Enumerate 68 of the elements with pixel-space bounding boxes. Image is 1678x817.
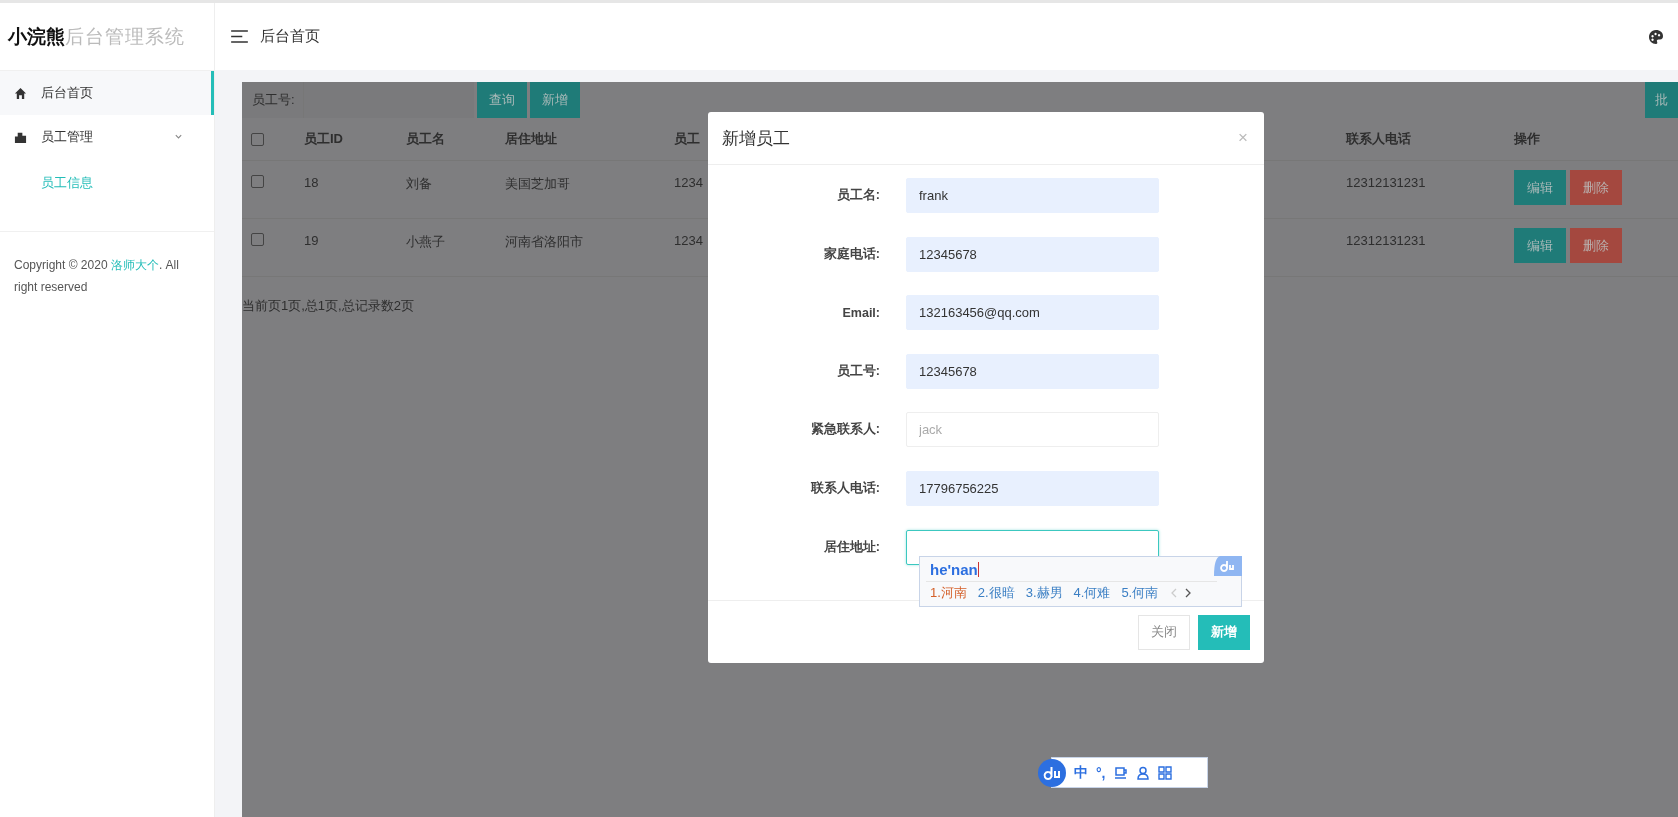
column-header: 员工 (674, 130, 700, 148)
input-field[interactable]: 12345678 (906, 353, 1159, 389)
ime-candidate[interactable]: 2.很暗 (977, 584, 1015, 602)
sidebar-subitem[interactable]: 员工信息 (0, 159, 214, 207)
table-cell: 12312131231 (1346, 233, 1426, 248)
logo-brand: 小浣熊 (8, 23, 65, 49)
column-header: 居住地址 (505, 130, 557, 148)
edit-button[interactable]: 编辑 (1514, 228, 1566, 263)
edit-button[interactable]: 编辑 (1514, 170, 1566, 205)
ime-composition: he'nan (930, 560, 978, 578)
logo-subtitle: 后台管理系统 (65, 24, 185, 49)
table-cell: 1234 (674, 175, 703, 190)
cancel-button[interactable]: 关闭 (1138, 614, 1190, 650)
grid-icon[interactable] (1157, 765, 1172, 780)
table-cell: 美国芝加哥 (505, 175, 570, 193)
row-checkbox[interactable] (251, 175, 264, 188)
table-cell: 12312131231 (1346, 175, 1426, 190)
field-label: 紧急联系人: (809, 421, 880, 439)
user-icon[interactable] (1135, 765, 1150, 780)
column-header: 操作 (1514, 130, 1540, 148)
table-cell: 19 (304, 233, 319, 248)
ime-logo-icon[interactable] (1038, 758, 1066, 787)
author-link[interactable]: 洛师大个 (110, 258, 159, 272)
row-checkbox[interactable] (251, 233, 264, 246)
ime-candidate[interactable]: 4.何难 (1073, 584, 1111, 602)
menu-icon[interactable] (231, 30, 248, 43)
ime-candidate[interactable]: 5.何南 (1121, 584, 1159, 602)
sidebar-item[interactable]: 员工管理 (0, 115, 214, 159)
input-field[interactable]: frank (906, 178, 1159, 213)
field-label: 联系人电话: (809, 479, 880, 497)
close-button[interactable]: × (1234, 128, 1252, 148)
column-header: 联系人电话 (1346, 130, 1411, 148)
employee-number-field[interactable]: 员工号: (242, 82, 474, 118)
cup-icon[interactable] (1113, 765, 1128, 780)
sidebar-item[interactable]: 后台首页 (0, 71, 214, 115)
input-field[interactable]: 12345678 (906, 236, 1159, 272)
table-cell: 刘备 (406, 175, 432, 193)
building-icon (14, 130, 27, 144)
table-cell: 河南省洛阳市 (505, 233, 583, 251)
field-label: 员工名: (835, 187, 880, 204)
toolbar-button[interactable]: 新增 (530, 82, 580, 118)
page-title: 后台首页 (260, 27, 321, 46)
column-header: 员工ID (304, 130, 343, 148)
toolbar-button[interactable]: 查询 (477, 82, 527, 118)
ime-candidate[interactable]: 3.赫男 (1025, 584, 1063, 602)
table-cell: 18 (304, 175, 319, 190)
copyright-text: Copyright © 2020 洛师大个. All right reserved (0, 231, 214, 320)
input-field[interactable]: 17796756225 (906, 470, 1159, 506)
field-label: 居住地址: (822, 538, 880, 556)
palette-icon[interactable] (1648, 28, 1664, 45)
pagination-text: 当前页1页,总1页,总记录数2页 (242, 297, 414, 315)
select-all-checkbox[interactable] (251, 132, 264, 146)
submit-button[interactable]: 新增 (1198, 614, 1250, 650)
dialog-title: 新增员工 (722, 127, 790, 150)
home-icon (14, 86, 27, 100)
input-field[interactable]: 132163456@qq.com (906, 295, 1159, 331)
delete-button[interactable]: 删除 (1570, 170, 1622, 205)
ime-candidate[interactable]: 1.河南 (930, 584, 967, 602)
field-label: Email: (841, 305, 880, 320)
delete-button[interactable]: 删除 (1570, 228, 1622, 263)
ime-status[interactable]: 中 (1074, 763, 1088, 782)
table-cell: 小燕子 (406, 233, 445, 251)
batch-button[interactable]: 批 (1645, 82, 1678, 118)
field-label: 员工号: (835, 362, 880, 380)
ime-status[interactable]: °, (1096, 764, 1106, 781)
column-header: 员工名 (406, 130, 445, 148)
field-label: 家庭电话: (822, 245, 880, 263)
table-cell: 1234 (674, 233, 703, 248)
